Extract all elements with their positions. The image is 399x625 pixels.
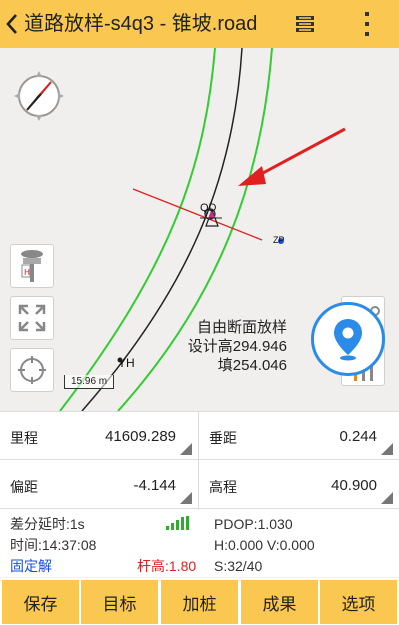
road-edge-left <box>59 48 216 411</box>
locate-button[interactable] <box>311 302 385 376</box>
target-button[interactable]: 目标 <box>81 580 158 624</box>
offset-cell[interactable]: 偏距 -4.144 <box>0 461 198 509</box>
point-label-qd: QD <box>200 202 217 214</box>
map-view[interactable]: QD ZP YH H 自由断面放样 设计高294.946 填254.046 15… <box>0 48 399 411</box>
more-vertical-icon <box>365 12 369 36</box>
rtk-device-button[interactable]: H <box>10 244 54 288</box>
dropdown-corner-icon <box>381 492 393 504</box>
save-button[interactable]: 保存 <box>2 580 79 624</box>
diff-delay-text: 差分延时:1s <box>10 516 85 532</box>
gnss-status-panel: 差分延时:1s 时间:14:37:08 固定解 杆高:1.80 PDOP:1.0… <box>0 511 399 577</box>
center-location-button[interactable] <box>10 348 54 392</box>
list-button[interactable] <box>290 10 320 38</box>
satellites-text: S:32/40 <box>214 558 263 574</box>
dropdown-corner-icon <box>381 443 393 455</box>
mileage-label: 里程 <box>10 430 38 446</box>
result-button[interactable]: 成果 <box>241 580 318 624</box>
elevation-value: 40.900 <box>331 477 377 494</box>
elevation-cell[interactable]: 高程 40.900 <box>199 461 399 509</box>
add-stake-button[interactable]: 加桩 <box>161 580 238 624</box>
back-button[interactable] <box>2 8 22 40</box>
zoom-extent-button[interactable] <box>10 296 54 340</box>
offset-label: 偏距 <box>10 479 38 495</box>
point-label-yh: YH <box>118 356 135 370</box>
vertical-distance-label: 垂距 <box>209 430 237 446</box>
design-elevation-text: 设计高294.946 <box>187 338 287 355</box>
gnss-receiver-icon: H <box>21 250 43 282</box>
offset-value: -4.144 <box>133 477 176 494</box>
pdop-text: PDOP:1.030 <box>214 516 293 532</box>
mileage-value: 41609.289 <box>105 428 176 445</box>
page-title: 道路放样-s4q3 - 锥坡.road <box>24 13 258 35</box>
dropdown-corner-icon <box>180 492 192 504</box>
bottom-toolbar: 保存 目标 加桩 成果 选项 <box>0 578 399 625</box>
mileage-cell[interactable]: 里程 41609.289 <box>0 412 198 460</box>
map-pin-icon <box>334 319 362 361</box>
dropdown-corner-icon <box>180 443 192 455</box>
compass-icon <box>14 71 64 121</box>
fill-value-text: 填254.046 <box>217 357 287 374</box>
signal-strength-icon <box>166 516 189 530</box>
pole-height-text: 杆高:1.80 <box>137 558 197 574</box>
measurement-grid: 里程 41609.289 垂距 0.244 偏距 -4.144 高程 40.90… <box>0 411 399 511</box>
more-menu-button[interactable] <box>352 8 382 40</box>
vertical-distance-value: 0.244 <box>339 428 377 445</box>
options-button[interactable]: 选项 <box>320 580 397 624</box>
hv-precision-text: H:0.000 V:0.000 <box>214 537 315 553</box>
cross-section-line <box>132 188 263 241</box>
crosshair-icon <box>18 356 46 384</box>
time-text: 时间:14:37:08 <box>10 537 97 553</box>
point-label-zp: ZP <box>273 235 285 245</box>
app-header: 道路放样-s4q3 - 锥坡.road <box>0 0 399 48</box>
svg-text:H: H <box>24 268 30 277</box>
fullscreen-icon <box>18 304 46 332</box>
fix-status-text: 固定解 <box>10 558 52 574</box>
scale-bar: 15.96 m <box>64 375 115 389</box>
stakeout-mode-text: 自由断面放样 <box>196 319 287 336</box>
elevation-label: 高程 <box>209 479 237 495</box>
vertical-distance-cell[interactable]: 垂距 0.244 <box>199 412 399 460</box>
compass[interactable] <box>10 67 68 125</box>
direction-arrow-line <box>249 127 346 182</box>
grid-divider <box>198 412 199 510</box>
chevron-left-icon <box>6 14 17 34</box>
list-icon <box>296 16 314 32</box>
